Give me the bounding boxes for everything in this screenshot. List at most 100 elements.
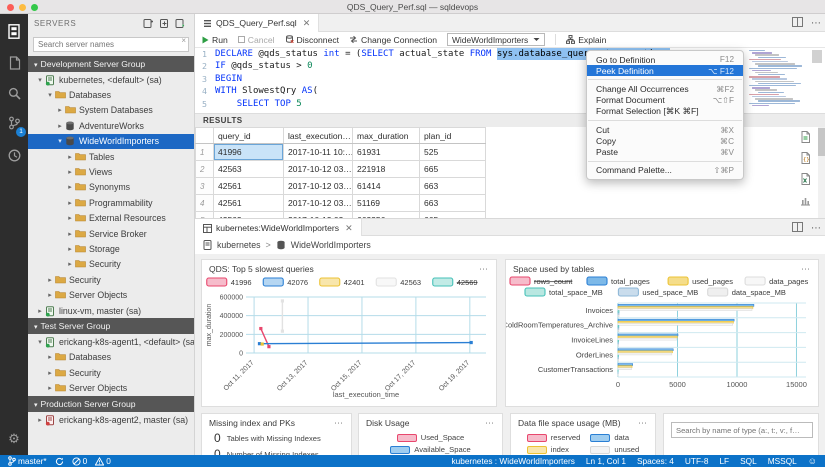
tree-item-tables[interactable]: ▸Tables [28,149,194,164]
tree-item-external-resources[interactable]: ▸External Resources [28,211,194,226]
chevron-down-icon[interactable]: ▾ [36,76,44,84]
tab-qds-query-perf[interactable]: QDS_Query_Perf.sql ✕ [195,14,319,32]
legend-item-data[interactable]: data [590,433,639,442]
grid-cell[interactable]: 663 [420,178,486,195]
chevron-right-icon[interactable]: ▸ [36,307,44,315]
status-branch[interactable]: master* [8,456,47,466]
grid-cell[interactable]: 665 [420,161,486,178]
tab-close-icon[interactable]: ✕ [345,223,353,234]
chevron-down-icon[interactable]: ▾ [56,137,64,145]
tree-item-storage[interactable]: ▸Storage [28,241,194,256]
tree-item-databases[interactable]: ▸Databases [28,350,194,365]
tree-item-service-broker[interactable]: ▸Service Broker [28,226,194,241]
chevron-right-icon[interactable]: ▸ [46,369,54,377]
grid-cell[interactable]: 221918 [353,161,420,178]
tree-item-system-databases[interactable]: ▸System Databases [28,103,194,118]
tree-item-security[interactable]: ▸Security [28,365,194,380]
menu-item-go-to-definition[interactable]: Go to DefinitionF12 [587,54,743,65]
feedback-smiley-icon[interactable]: ☺ [808,456,817,466]
menu-item-format-document[interactable]: Format Document⌥⇧F [587,95,743,106]
tree-item-server-objects[interactable]: ▸Server Objects [28,287,194,302]
legend-item-42569[interactable]: 42569 [433,278,478,287]
status-warning[interactable]: 0 [95,456,111,466]
widget-actions-icon[interactable]: ⋯ [479,264,489,275]
tree-item-linux-vm-master-sa[interactable]: ▸linux-vm, master (sa) [28,303,194,318]
change-connection-button[interactable]: Change Connection [349,35,437,45]
tree-item-security[interactable]: ▸Security [28,257,194,272]
chevron-right-icon[interactable]: ▸ [66,245,74,253]
chevron-right-icon[interactable]: ▸ [46,276,54,284]
server-group-header[interactable]: ▾Development Server Group [28,56,194,72]
menu-item-cut[interactable]: Cut⌘X [587,124,743,135]
database-dropdown[interactable]: WideWorldImporters [447,33,545,46]
chevron-right-icon[interactable]: ▸ [46,384,54,392]
view-as-chart-icon[interactable] [797,192,813,208]
server-group-header[interactable]: ▾Production Server Group [28,396,194,412]
status-ln-1-col-1[interactable]: Ln 1, Col 1 [586,456,626,466]
legend-item-42563[interactable]: 42563 [376,278,421,287]
tree-item-kubernetes-default-sa[interactable]: ▾kubernetes, <default> (sa) [28,72,194,87]
grid-cell[interactable]: 663 [420,195,486,212]
breadcrumb-server[interactable]: kubernetes [217,240,261,250]
chevron-right-icon[interactable]: ▸ [66,183,74,191]
tab-dashboard[interactable]: kubernetes:WideWorldImporters ✕ [195,219,362,237]
save-as-json-icon[interactable]: {} [797,150,813,166]
menu-item-peek-definition[interactable]: Peek Definition⌥ F12 [587,65,743,76]
status-spaces-4[interactable]: Spaces: 4 [637,456,674,466]
split-editor-icon[interactable] [792,14,803,32]
status-kubernetes-wideworldimporters[interactable]: kubernetes : WideWorldImporters [451,456,574,466]
widget-actions-icon[interactable]: ⋯ [334,418,344,429]
status-sql[interactable]: SQL [740,456,757,466]
tree-item-synonyms[interactable]: ▸Synonyms [28,180,194,195]
server-group-header[interactable]: ▾Test Server Group [28,318,194,334]
grid-cell[interactable]: 42563 [214,161,284,178]
tree-item-erickang-k8s-agent1-default-sa[interactable]: ▾erickang-k8s-agent1, <default> (sa) [28,334,194,349]
widget-actions-icon[interactable]: ⋯ [638,418,648,429]
column-header[interactable]: query_id [214,128,284,144]
grid-cell[interactable]: 61931 [353,144,420,161]
chevron-down-icon[interactable]: ▾ [36,338,44,346]
grid-cell[interactable]: 61414 [353,178,420,195]
status-utf-8[interactable]: UTF-8 [685,456,709,466]
grid-cell[interactable]: 42561 [214,195,284,212]
menu-item-copy[interactable]: Copy⌘C [587,135,743,146]
chevron-right-icon[interactable]: ▸ [66,153,74,161]
chevron-right-icon[interactable]: ▸ [66,230,74,238]
grid-cell[interactable]: 42561 [214,178,284,195]
settings-gear-icon[interactable]: ⚙ [0,426,28,452]
menu-item-change-all-occurrences[interactable]: Change All Occurrences⌘F2 [587,83,743,94]
column-header[interactable]: last_execution… [284,128,353,144]
chevron-right-icon[interactable]: ▸ [56,122,64,130]
menu-item-paste[interactable]: Paste⌘V [587,146,743,157]
legend-item-reserved[interactable]: reserved [527,433,581,442]
status-lf[interactable]: LF [719,456,729,466]
activity-bar-item-search[interactable] [0,80,28,106]
tree-item-adventureworks[interactable]: ▸AdventureWorks [28,118,194,133]
clear-search-icon[interactable]: × [181,36,186,45]
menu-item-format-selection-k-f[interactable]: Format Selection [⌘K ⌘F] [587,106,743,117]
status-mssql[interactable]: MSSQL [768,456,797,466]
tab-close-icon[interactable]: ✕ [303,18,311,29]
tree-item-wideworldimporters[interactable]: ▾WideWorldImporters [28,134,194,149]
widget-actions-icon[interactable]: ⋯ [485,418,495,429]
legend-item-41996[interactable]: 41996 [207,278,252,287]
status-sync[interactable] [55,457,64,466]
grid-cell[interactable]: 2017-10-11 10:… [284,144,353,161]
tree-item-server-objects[interactable]: ▸Server Objects [28,380,194,395]
status-error[interactable]: 0 [72,456,88,466]
chevron-right-icon[interactable]: ▸ [56,106,64,114]
widget-actions-icon[interactable]: ⋯ [801,264,811,275]
more-actions-icon[interactable]: ⋯ [811,223,821,234]
column-header[interactable]: plan_id [420,128,486,144]
results-grid[interactable]: query_idlast_execution…max_durationplan_… [195,127,486,218]
server-search-input[interactable] [33,37,189,52]
active-connections-icon[interactable] [172,16,188,30]
grid-cell[interactable]: 525 [420,144,486,161]
chevron-right-icon[interactable]: ▸ [46,353,54,361]
activity-bar-item-explorer[interactable] [0,50,28,76]
grid-cell[interactable]: 51169 [353,195,420,212]
tree-item-programmability[interactable]: ▸Programmability [28,195,194,210]
tree-item-databases[interactable]: ▾Databases [28,87,194,102]
cancel-button[interactable]: Cancel [238,35,275,45]
grid-cell[interactable]: 2017-10-12 03… [284,195,353,212]
